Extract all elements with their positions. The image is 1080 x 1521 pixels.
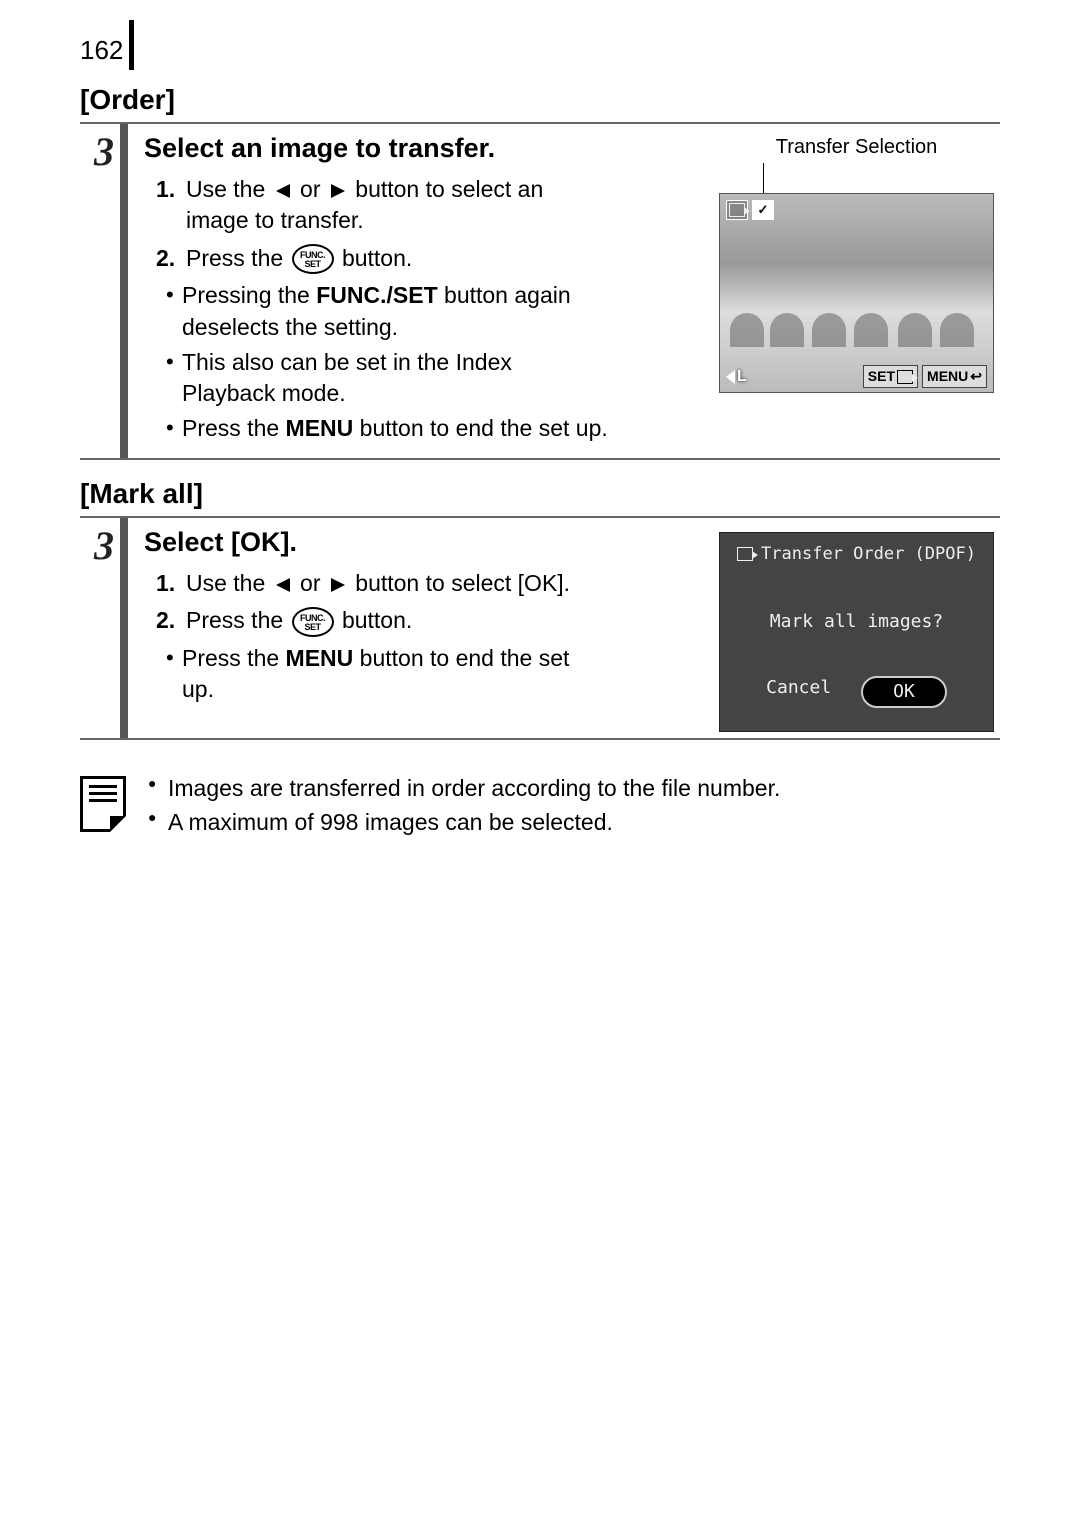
figure-transfer-selection: Transfer Selection ✓ L SET MENU↩ <box>719 134 994 393</box>
note-item: A maximum of 998 images can be selected. <box>148 806 780 838</box>
screen-bottom-bar: L SET MENU↩ <box>726 365 987 388</box>
list-number: 2. <box>156 605 180 637</box>
section-label-markall: [Mark all] <box>80 478 1000 510</box>
menu-badge: MENU↩ <box>922 365 987 388</box>
transfer-icon <box>726 200 748 220</box>
arrow-right-icon <box>329 576 347 594</box>
arrow-left-icon <box>274 576 292 594</box>
arrow-left-icon <box>274 182 292 200</box>
bullet-item: This also can be set in the Index Playba… <box>166 347 586 409</box>
note-bullets: Images are transferred in order accordin… <box>148 772 780 840</box>
page-number: 162 <box>80 35 129 66</box>
step-list: 1. Use the or button to select [OK]. 2. … <box>156 568 596 637</box>
bullet-item: Press the MENU button to end the set up. <box>166 413 866 444</box>
step-item-1: 1. Use the or button to select [OK]. <box>156 568 596 599</box>
transfer-icon <box>737 547 753 561</box>
bullet-item: Press the MENU button to end the set up. <box>166 643 586 705</box>
section-label-order: [Order] <box>80 84 1000 116</box>
step-item-2: 2. Press the FUNC. SET button. <box>156 605 596 637</box>
func-set-button-icon: FUNC. SET <box>292 244 334 274</box>
func-set-button-icon: FUNC. SET <box>292 607 334 637</box>
cancel-button[interactable]: Cancel <box>766 676 831 708</box>
arrow-right-icon <box>329 182 347 200</box>
ok-button[interactable]: OK <box>861 676 947 708</box>
list-number: 1. <box>156 568 180 599</box>
note-icon <box>80 776 126 832</box>
step-body: Select [OK]. 1. Use the or button to sel… <box>128 518 1000 738</box>
list-number: 2. <box>156 243 180 275</box>
list-text: Use the or button to select an image to … <box>186 174 596 236</box>
figure-dialog-markall: Transfer Order (DPOF) Mark all images? C… <box>719 532 994 732</box>
screen-top-icons: ✓ <box>726 200 774 220</box>
page-header: 162 <box>80 20 1000 66</box>
figure-leader-line <box>763 163 764 193</box>
step-body: Select an image to transfer. 1. Use the … <box>128 124 1000 458</box>
step-list: 1. Use the or button to select an image … <box>156 174 596 274</box>
dialog-question: Mark all images? <box>720 610 993 634</box>
step-number-column: 3 <box>80 518 128 738</box>
step-number: 3 <box>80 124 128 175</box>
list-text: Press the FUNC. SET button. <box>186 605 412 637</box>
list-text: Use the or button to select [OK]. <box>186 568 570 599</box>
checkmark-icon: ✓ <box>752 200 774 220</box>
photo-placeholder <box>730 277 983 347</box>
step-block-order: 3 Select an image to transfer. 1. Use th… <box>80 122 1000 460</box>
figure-caption: Transfer Selection <box>719 134 994 161</box>
step-number: 3 <box>80 518 128 569</box>
step-number-column: 3 <box>80 124 128 458</box>
page-number-divider <box>129 20 134 70</box>
notes-block: Images are transferred in order accordin… <box>80 772 1000 840</box>
note-item: Images are transferred in order accordin… <box>148 772 780 804</box>
step-item-2: 2. Press the FUNC. SET button. <box>156 243 596 275</box>
dialog-buttons: Cancel OK <box>720 676 993 708</box>
bullet-item: Pressing the FUNC./SET button again dese… <box>166 280 586 342</box>
step-item-1: 1. Use the or button to select an image … <box>156 174 596 236</box>
size-indicator: L <box>726 366 747 388</box>
step-block-markall: 3 Select [OK]. 1. Use the or button to s… <box>80 516 1000 740</box>
list-text: Press the FUNC. SET button. <box>186 243 412 275</box>
return-icon: ↩ <box>970 367 982 386</box>
camera-screen: ✓ L SET MENU↩ <box>719 193 994 393</box>
list-number: 1. <box>156 174 180 236</box>
set-badge: SET <box>863 365 918 388</box>
triangle-left-icon <box>726 370 735 384</box>
dialog-title: Transfer Order (DPOF) <box>720 533 993 566</box>
